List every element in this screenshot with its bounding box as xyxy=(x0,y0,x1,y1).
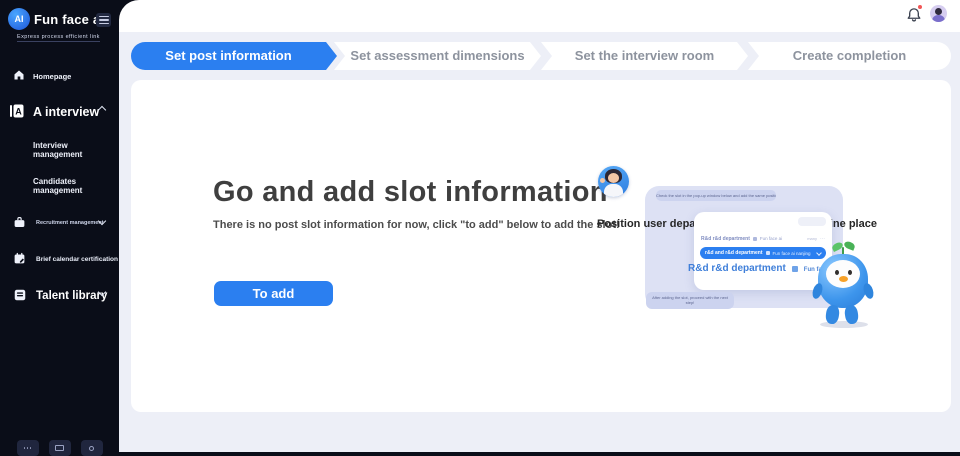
step-create-completion[interactable]: Create completion xyxy=(748,42,951,70)
calendar-icon xyxy=(13,252,26,265)
mini-row-selected: r&d and r&d department Fun face ai nanji… xyxy=(700,247,826,259)
menu-collapse-icon[interactable] xyxy=(96,13,111,27)
empty-state-title: Go and add slot information~ xyxy=(213,176,625,208)
sidebar-item-a-interview[interactable]: A A interview xyxy=(0,103,119,121)
sidebar: AI Fun face ai Express process efficient… xyxy=(0,0,119,456)
dock-more-button[interactable] xyxy=(16,440,39,456)
mini-input-pill xyxy=(798,217,826,226)
sidebar-item-brief-calendar-certification[interactable]: Brief calendar certification xyxy=(0,252,119,265)
sidebar-item-interview-management[interactable]: Interview management xyxy=(0,141,119,159)
topbar xyxy=(119,0,960,32)
notifications-button[interactable] xyxy=(905,4,923,24)
dock-profile-button[interactable] xyxy=(80,440,103,456)
step-label: Set the interview room xyxy=(574,48,715,63)
sidebar-item-homepage[interactable]: Homepage xyxy=(0,70,119,82)
empty-state-description: There is no post slot information for no… xyxy=(213,219,620,231)
sidebar-item-label: Recruitment management xyxy=(36,220,104,226)
logo-text: AI xyxy=(14,14,24,24)
to-add-button[interactable]: To add xyxy=(214,281,333,306)
sidebar-dock xyxy=(0,440,119,456)
empty-state-card: Go and add slot information~ There is no… xyxy=(131,80,951,412)
screen-icon xyxy=(55,445,64,451)
brand-tagline: Express process efficient link xyxy=(17,34,100,42)
assistant-avatar xyxy=(598,166,629,197)
library-icon xyxy=(13,288,27,302)
step-label: Set post information xyxy=(165,48,292,63)
sidebar-item-candidates-management[interactable]: Candidates management xyxy=(0,177,119,195)
step-set-post-information[interactable]: Set post information xyxy=(131,42,337,70)
sidebar-item-label: Homepage xyxy=(33,71,72,81)
step-label: Create completion xyxy=(792,48,907,63)
svg-text:A: A xyxy=(15,107,22,117)
sidebar-item-talent-library[interactable]: Talent library xyxy=(0,287,119,304)
building-icon xyxy=(791,265,798,272)
user-avatar[interactable] xyxy=(930,5,947,22)
more-icon: ⋯ xyxy=(820,235,825,242)
home-icon xyxy=(13,69,25,81)
sidebar-item-recruitment-management[interactable]: Recruitment management xyxy=(0,216,119,229)
interview-icon: A xyxy=(9,103,25,119)
briefcase-icon xyxy=(13,216,26,229)
speech-bubble-bottom: After adding the slot, proceed with the … xyxy=(646,292,734,309)
dock-screen-button[interactable] xyxy=(48,440,71,456)
dots-icon xyxy=(23,447,32,449)
building-icon xyxy=(765,251,770,255)
sidebar-item-label: Candidates management xyxy=(33,177,83,195)
mascot xyxy=(810,240,876,335)
step-set-assessment-dimensions[interactable]: Set assessment dimensions xyxy=(334,42,541,70)
notification-badge xyxy=(917,4,923,10)
sidebar-item-label: A interview xyxy=(33,105,100,119)
mini-row: R&d r&d department Fun face ai many ⋯ xyxy=(701,235,825,242)
building-icon xyxy=(752,236,757,241)
step-set-the-interview-room[interactable]: Set the interview room xyxy=(541,42,748,70)
brand-name: Fun face ai xyxy=(34,12,105,27)
user-icon xyxy=(89,445,94,451)
sidebar-item-label: Interview management xyxy=(33,141,83,159)
brand-logo-icon: AI xyxy=(8,8,30,30)
speech-bubble-top: Check the slot in the pop-up window belo… xyxy=(656,190,776,201)
sidebar-item-label: Brief calendar certification xyxy=(36,255,118,263)
illustration: Check the slot in the pop-up window belo… xyxy=(585,160,895,340)
step-label: Set assessment dimensions xyxy=(350,48,525,63)
